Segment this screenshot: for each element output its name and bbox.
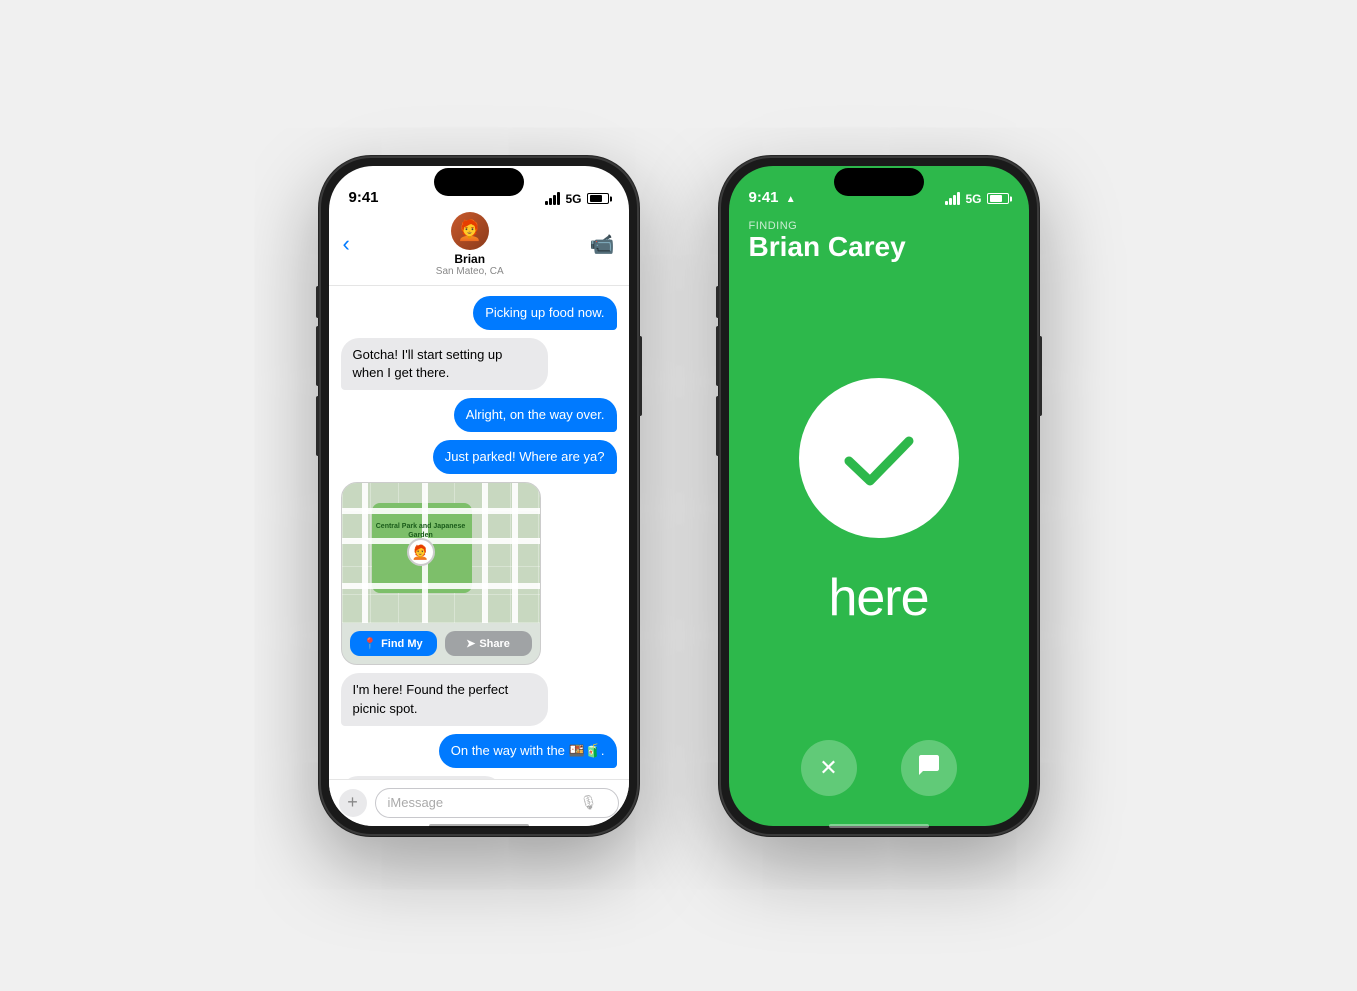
message-text: Just parked! Where are ya? (445, 449, 605, 464)
location-pin: 🧑‍🦰 (407, 538, 435, 566)
share-button[interactable]: ➤ Share (445, 631, 532, 656)
power-button (638, 336, 642, 416)
person-name: Brian Carey (749, 232, 1009, 263)
status-time: 9:41 (349, 189, 379, 206)
home-indicator-2 (829, 824, 929, 828)
map-image: Central Park and Japanese Garden 🧑‍🦰 (342, 483, 540, 623)
battery-icon (587, 193, 609, 204)
microphone-icon[interactable]: 🎙 (580, 794, 598, 811)
add-attachment-button[interactable]: + (339, 789, 367, 817)
volume-up-button-2 (716, 326, 720, 386)
findmy-network-label: 5G (965, 192, 981, 206)
message-bubble: I'm here! Found the perfect picnic spot. (341, 673, 548, 725)
checkmark-icon (834, 413, 924, 503)
message-text: Gotcha! I'll start setting up when I get… (353, 347, 503, 380)
message-bubble: Just parked! Where are ya? (433, 440, 617, 474)
share-label: Share (479, 638, 510, 650)
contact-location: San Mateo, CA (436, 266, 504, 277)
message-row-4: Just parked! Where are ya? (341, 440, 617, 474)
message-button[interactable] (901, 740, 957, 796)
status-word: here (828, 568, 928, 628)
dynamic-island-2 (834, 168, 924, 196)
mute-button (316, 286, 320, 318)
message-row-7: On the way with the 🍱🧃. (341, 734, 617, 768)
message-bubble: Alright, on the way over. (454, 398, 617, 432)
message-row-6: I'm here! Found the perfect picnic spot. (341, 673, 617, 725)
volume-down-button (316, 396, 320, 456)
mute-button-2 (716, 286, 720, 318)
status-icons: 5G (545, 192, 608, 206)
signal-icon (545, 192, 560, 205)
message-row-map: Central Park and Japanese Garden 🧑‍🦰 📍 F… (341, 482, 617, 665)
findmy-screen: 9:41 ▲ 5G FINDING Brian Carey (729, 166, 1029, 826)
location-bubble[interactable]: Central Park and Japanese Garden 🧑‍🦰 📍 F… (341, 482, 541, 665)
message-text: I'm here! Found the perfect picnic spot. (353, 682, 509, 715)
back-button[interactable]: ‹ (343, 231, 350, 257)
imessage-header: ‹ 🧑‍🦰 Brian San Mateo, CA 📹 (329, 212, 629, 286)
volume-down-button-2 (716, 396, 720, 456)
find-my-label: Find My (381, 638, 423, 650)
messages-area: Picking up food now. Gotcha! I'll start … (329, 286, 629, 779)
findmy-status-time: 9:41 ▲ (749, 189, 796, 206)
imessage-screen: 9:41 5G ‹ 🧑‍🦰 Brian (329, 166, 629, 826)
message-bubble: On the way with the 🍱🧃. (439, 734, 617, 768)
findmy-icon: 📍 (363, 637, 377, 650)
findmy-battery-icon (987, 193, 1009, 204)
close-button[interactable]: ✕ (801, 740, 857, 796)
video-call-icon[interactable]: 📹 (590, 232, 615, 257)
message-bubble: Picking up food now. (473, 296, 616, 330)
find-my-button[interactable]: 📍 Find My (350, 631, 437, 656)
avatar: 🧑‍🦰 (451, 212, 489, 250)
dynamic-island (434, 168, 524, 196)
imessage-phone: 9:41 5G ‹ 🧑‍🦰 Brian (319, 156, 639, 836)
finding-label: FINDING (749, 220, 1009, 232)
message-row-2: Gotcha! I'll start setting up when I get… (341, 338, 617, 390)
message-icon (917, 753, 941, 783)
message-text: Alright, on the way over. (466, 407, 605, 422)
volume-up-button (316, 326, 320, 386)
found-indicator (799, 378, 959, 538)
share-icon: ➤ (466, 637, 475, 650)
contact-name[interactable]: Brian (454, 252, 485, 266)
message-text: Picking up food now. (485, 305, 604, 320)
power-button-2 (1038, 336, 1042, 416)
map-actions: 📍 Find My ➤ Share (342, 623, 540, 664)
findmy-signal-icon (945, 192, 960, 205)
message-input[interactable]: iMessage 🎙 (375, 788, 619, 818)
close-icon: ✕ (819, 755, 837, 781)
findmy-phone: 9:41 ▲ 5G FINDING Brian Carey (719, 156, 1039, 836)
message-row-1: Picking up food now. (341, 296, 617, 330)
input-placeholder: iMessage (388, 795, 444, 810)
findmy-header: FINDING Brian Carey (729, 212, 1029, 267)
findmy-actions: ✕ (729, 740, 1029, 826)
network-label: 5G (565, 192, 581, 206)
home-indicator (429, 824, 529, 828)
contact-info: 🧑‍🦰 Brian San Mateo, CA (436, 212, 504, 277)
findmy-status-icons: 5G (945, 192, 1008, 206)
message-row-3: Alright, on the way over. (341, 398, 617, 432)
message-text: On the way with the 🍱🧃. (451, 743, 605, 758)
input-bar: + iMessage 🎙 (329, 779, 629, 826)
findmy-content: here (729, 266, 1029, 739)
message-bubble: Gotcha! I'll start setting up when I get… (341, 338, 548, 390)
